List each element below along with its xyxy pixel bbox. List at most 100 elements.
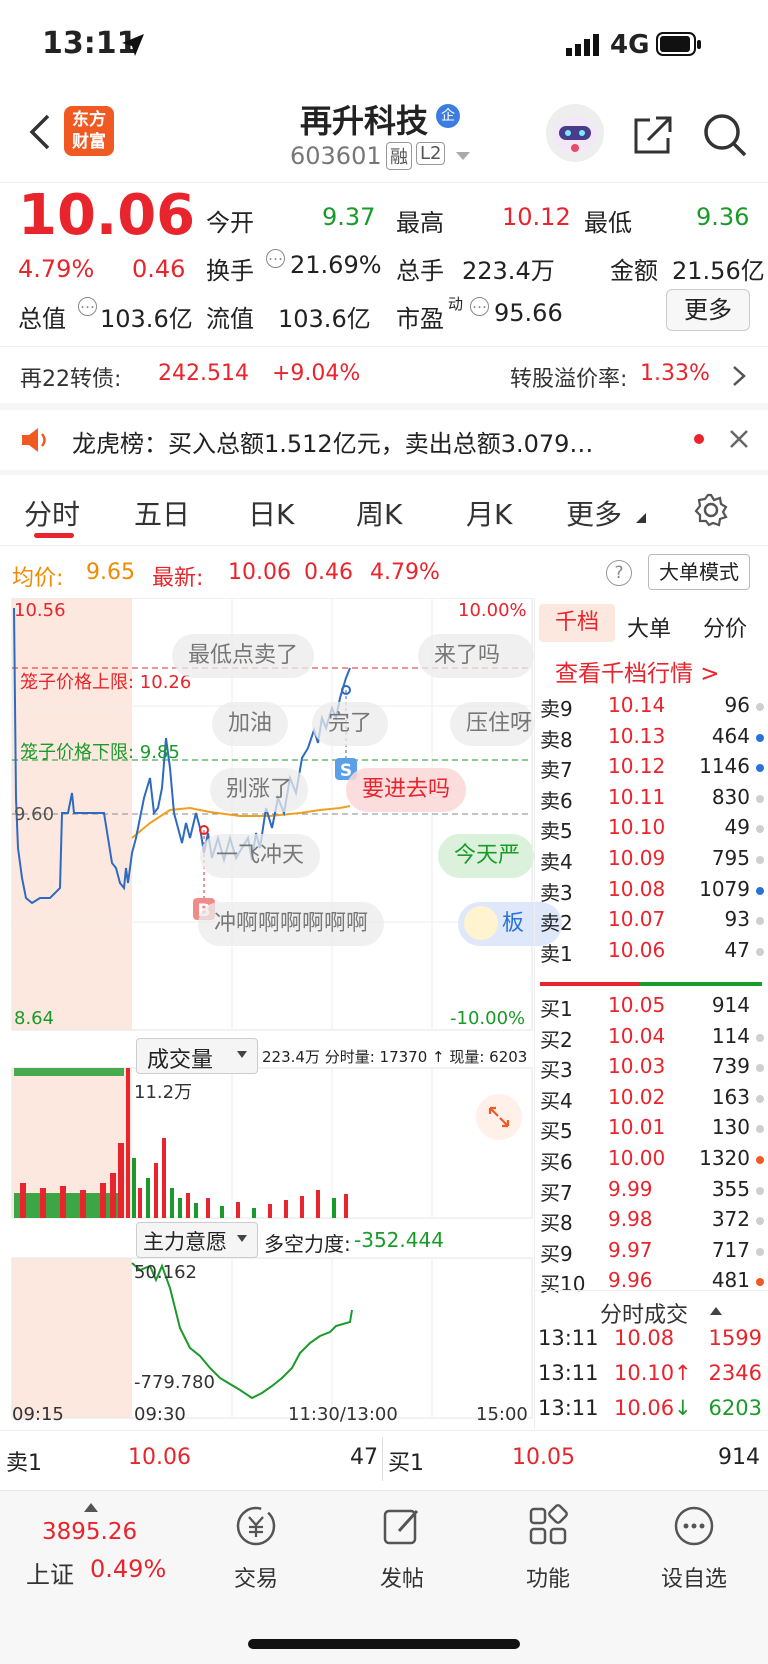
bond-name: 再22转债: [20, 367, 122, 392]
book-tab-depth[interactable]: 千档 [539, 604, 615, 642]
bid-volume: 481 [711, 1268, 750, 1293]
more-button[interactable]: 更多 [666, 289, 750, 331]
ask-price: 10.08 [608, 876, 666, 901]
tab-weekly-k[interactable]: 周K [356, 493, 402, 533]
order-dot [756, 1003, 764, 1011]
avg-value: 9.65 [86, 560, 135, 585]
force-top-label: 50.162 [134, 1262, 197, 1283]
post-button[interactable]: 发帖 [342, 1503, 462, 1593]
axis-bottom-price: 8.64 [14, 1008, 55, 1029]
l2-badge[interactable]: L2 [416, 142, 446, 165]
search-icon[interactable] [702, 112, 748, 158]
bid-row[interactable]: 买6 10.00 1320 [540, 1146, 768, 1177]
share-icon[interactable] [632, 114, 674, 156]
bid-level: 买6 [540, 1150, 573, 1174]
strip-ask-price: 10.06 [128, 1445, 191, 1470]
best-quote-strip: 卖1 10.06 47 买1 10.05 914 [0, 1430, 768, 1491]
book-tab-price[interactable]: 分价 [703, 611, 747, 643]
force-dropdown[interactable]: 主力意愿 [136, 1222, 258, 1258]
ask-row[interactable]: 卖3 10.08 1079 [540, 877, 768, 908]
bid-row[interactable]: 买1 10.05 914 [540, 993, 768, 1024]
comment-bubble[interactable]: 今天严 [438, 834, 534, 878]
ask-row[interactable]: 卖7 10.12 1146 [540, 754, 768, 785]
ask-row[interactable]: 卖6 10.11 830 [540, 785, 768, 816]
bid-row[interactable]: 买2 10.04 114 [540, 1024, 768, 1055]
period-tabs: 分时 五日 日K 周K 月K 更多 [0, 475, 768, 546]
bid-row[interactable]: 买5 10.01 130 [540, 1115, 768, 1146]
tab-intraday[interactable]: 分时 [24, 493, 80, 533]
index-ticker[interactable]: 3895.26 上证 0.49% [20, 1503, 190, 1589]
info-dots-icon[interactable]: … [266, 248, 285, 268]
expand-icon[interactable] [476, 1094, 522, 1140]
ask-price: 10.12 [608, 754, 666, 779]
ask-row[interactable]: 卖1 10.06 47 [540, 938, 768, 969]
comment-bubble[interactable]: 要进去吗 [346, 768, 467, 812]
bid-volume: 372 [711, 1207, 750, 1232]
close-icon[interactable] [728, 428, 750, 450]
comment-bubble[interactable]: 最低点卖了 [172, 634, 315, 678]
ask-row[interactable]: 卖8 10.13 464 [540, 724, 768, 755]
comment-bubble[interactable]: 来了吗 [418, 634, 534, 678]
help-icon[interactable]: ? [606, 560, 632, 586]
ask-price: 10.09 [608, 846, 666, 870]
network-label: 4G [610, 30, 650, 60]
strip-bid-label: 买1 [388, 1451, 424, 1476]
ask-price: 10.06 [608, 937, 666, 962]
ask-row[interactable]: 卖5 10.10 49 [540, 815, 768, 846]
convertible-bond-row[interactable]: 再22转债: 242.514 +9.04% 转股溢价率: 1.33% [0, 347, 768, 403]
order-dot [756, 856, 764, 864]
comment-bubble[interactable]: 别涨了 [210, 768, 309, 812]
caret-down-icon[interactable] [456, 152, 470, 162]
ask-volume: 464 [711, 723, 750, 748]
market-cap-label: 总值 [18, 305, 66, 333]
tab-more[interactable]: 更多 [566, 493, 622, 533]
ask-row[interactable]: 卖9 10.14 96 [540, 693, 768, 724]
comment-bubble[interactable]: 完了 [312, 702, 389, 746]
trades-title[interactable]: 分时成交 [600, 1297, 688, 1329]
book-tab-large[interactable]: 大单 [627, 611, 671, 643]
robot-assistant-icon[interactable] [546, 104, 604, 162]
back-icon[interactable] [26, 112, 52, 152]
trade-button[interactable]: 交易 [196, 1503, 316, 1593]
battery-icon [656, 32, 701, 56]
volume-dropdown[interactable]: 成交量 [136, 1038, 258, 1074]
comment-bubble[interactable]: 冲啊啊啊啊啊啊 [198, 902, 385, 946]
change-amount: 0.46 [132, 255, 186, 283]
tab-daily-k[interactable]: 日K [248, 493, 294, 533]
last-pct: 4.79% [370, 560, 440, 585]
settings-gear-icon[interactable] [694, 493, 728, 527]
comment-bubble[interactable]: 压住呀 [450, 702, 534, 746]
bid-price: 9.99 [608, 1176, 653, 1201]
bid-level: 买2 [540, 1027, 573, 1052]
notice-bar[interactable]: 龙虎榜：买入总额1.512亿元，卖出总额3.079… [0, 410, 768, 470]
trade-volume: 2346 [708, 1361, 762, 1385]
big-order-mode-button[interactable]: 大单模式 [648, 554, 750, 590]
bid-row[interactable]: 买9 9.97 717 [540, 1238, 768, 1269]
tab-monthly-k[interactable]: 月K [466, 493, 512, 533]
add-watchlist-button[interactable]: 设自选 [634, 1503, 754, 1593]
trade-time: 13:11 [538, 1396, 599, 1420]
bid-row[interactable]: 买8 9.98 372 [540, 1207, 768, 1238]
ask-volume: 1079 [699, 876, 750, 901]
rabbit-avatar-icon [464, 906, 498, 940]
comment-bubble[interactable]: 加油 [212, 702, 289, 746]
info-dots-icon[interactable]: … [78, 296, 97, 316]
bid-row[interactable]: 买4 10.02 163 [540, 1085, 768, 1116]
dropdown-caret-icon [237, 1235, 247, 1242]
ask-level: 卖3 [540, 880, 573, 905]
bid-price: 10.00 [608, 1146, 666, 1170]
float-cap-label: 流值 [206, 305, 254, 333]
last-change: 0.46 [304, 560, 353, 585]
ask-row[interactable]: 卖2 10.07 93 [540, 907, 768, 938]
bid-volume: 355 [711, 1176, 750, 1201]
enterprise-badge: 企 [436, 104, 460, 128]
info-dots-icon[interactable]: … [470, 296, 489, 316]
tab-five-day[interactable]: 五日 [134, 493, 190, 533]
ask-row[interactable]: 卖4 10.09 795 [540, 846, 768, 877]
depth-link[interactable]: 查看千档行情 > [555, 654, 720, 688]
bid-row[interactable]: 买3 10.03 739 [540, 1054, 768, 1085]
comment-bubble[interactable]: 一飞冲天 [200, 834, 321, 878]
bid-price: 9.97 [608, 1237, 653, 1262]
functions-button[interactable]: 功能 [488, 1503, 608, 1593]
bid-row[interactable]: 买7 9.99 355 [540, 1177, 768, 1208]
